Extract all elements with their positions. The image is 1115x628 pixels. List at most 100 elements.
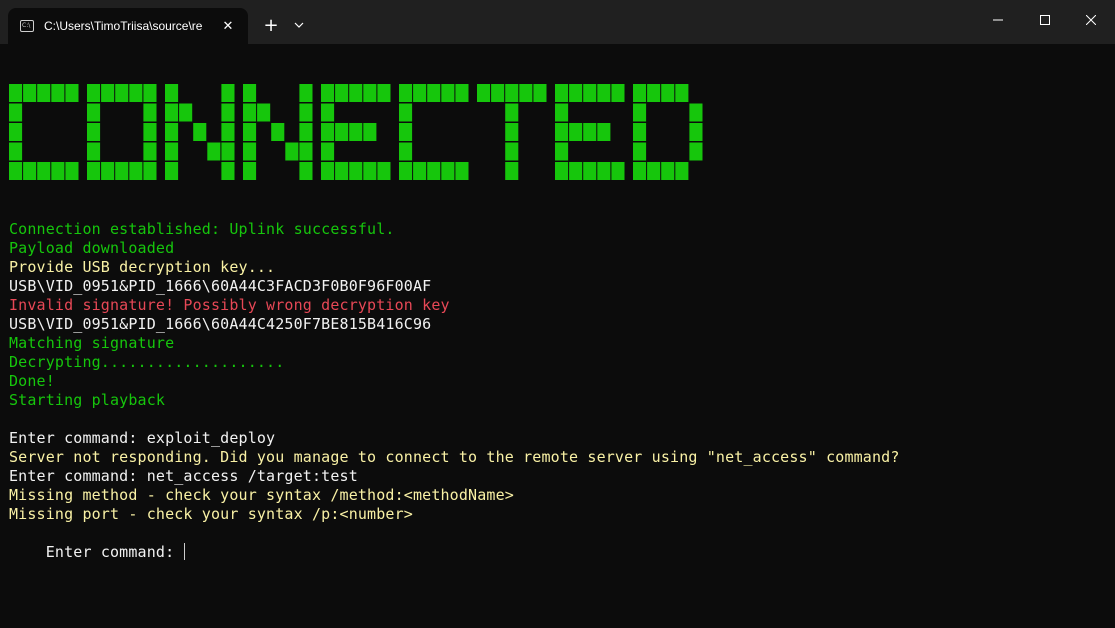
banner-block xyxy=(115,84,129,102)
banner-block xyxy=(193,123,207,141)
banner-block xyxy=(165,103,179,122)
banner-block xyxy=(143,142,157,161)
banner-block xyxy=(399,103,413,122)
banner-block xyxy=(505,84,519,102)
banner-block xyxy=(143,84,157,102)
banner-block xyxy=(299,84,313,102)
maximize-button[interactable] xyxy=(1022,0,1068,40)
banner-block xyxy=(597,84,611,102)
command-prompt-line[interactable]: Enter command: xyxy=(9,524,1104,561)
banner-block xyxy=(611,84,625,102)
banner-text: CONNECTED xyxy=(709,84,710,85)
banner-block xyxy=(413,84,427,102)
banner-block xyxy=(9,103,23,122)
banner-block xyxy=(349,84,363,102)
banner-block xyxy=(271,123,285,141)
banner-block xyxy=(221,162,235,180)
banner-block xyxy=(427,162,441,180)
banner-block xyxy=(597,162,611,180)
banner-block xyxy=(633,162,647,180)
banner-block xyxy=(335,162,349,180)
terminal-line: USB\VID_0951&PID_1666\60A44C3FACD3F0B0F9… xyxy=(9,277,432,295)
banner-block xyxy=(633,103,647,122)
banner-block xyxy=(505,142,519,161)
banner-block xyxy=(221,103,235,122)
banner-block xyxy=(299,142,313,161)
banner-block xyxy=(101,162,115,180)
banner-block xyxy=(505,103,519,122)
banner-block xyxy=(243,84,257,102)
close-button[interactable] xyxy=(1068,0,1114,40)
banner-block xyxy=(633,142,647,161)
banner-block xyxy=(633,84,647,102)
banner-block xyxy=(243,142,257,161)
tab-close-icon[interactable]: ✕ xyxy=(218,16,238,36)
banner-block xyxy=(583,84,597,102)
terminal-line: Starting playback xyxy=(9,391,166,409)
banner-block xyxy=(555,142,569,161)
banner-block xyxy=(477,84,491,102)
banner-block xyxy=(179,103,193,122)
banner-block xyxy=(257,103,271,122)
banner-block xyxy=(441,84,455,102)
banner-block xyxy=(207,142,221,161)
banner-block xyxy=(87,142,101,161)
new-tab-button[interactable]: + xyxy=(258,12,284,38)
terminal-tab[interactable]: C:\Users\TimoTriisa\source\re ✕ xyxy=(8,8,248,44)
banner-block xyxy=(221,142,235,161)
banner-block xyxy=(363,162,377,180)
banner-block xyxy=(243,123,257,141)
banner-block xyxy=(675,84,689,102)
terminal-output[interactable]: Connection established: Uplink successfu… xyxy=(9,220,1104,561)
banner-block xyxy=(533,84,547,102)
banner-block xyxy=(335,84,349,102)
banner-block xyxy=(689,103,703,122)
banner-block xyxy=(583,123,597,141)
terminal-icon xyxy=(20,20,34,32)
banner-block xyxy=(321,142,335,161)
banner-block xyxy=(597,123,611,141)
terminal-line: Enter command: net_access /target:test xyxy=(9,467,358,485)
banner-block xyxy=(555,162,569,180)
banner-block xyxy=(87,103,101,122)
banner-block xyxy=(37,84,51,102)
banner-block xyxy=(569,84,583,102)
tab-title: C:\Users\TimoTriisa\source\re xyxy=(44,19,203,33)
banner-block xyxy=(115,162,129,180)
banner-block xyxy=(455,162,469,180)
text-cursor xyxy=(184,543,186,560)
banner-block xyxy=(9,84,23,102)
banner-block xyxy=(221,123,235,141)
banner-block xyxy=(675,162,689,180)
minimize-icon xyxy=(993,19,1003,21)
banner-block xyxy=(647,162,661,180)
minimize-button[interactable] xyxy=(975,0,1021,40)
banner-block xyxy=(299,162,313,180)
banner-block xyxy=(129,162,143,180)
banner-block xyxy=(611,162,625,180)
banner-block xyxy=(23,84,37,102)
banner-block xyxy=(143,123,157,141)
banner-block xyxy=(555,84,569,102)
banner-block xyxy=(363,123,377,141)
banner-block xyxy=(221,84,235,102)
banner-block xyxy=(455,84,469,102)
terminal-line: Missing port - check your syntax /p:<num… xyxy=(9,505,413,523)
maximize-icon xyxy=(1040,15,1050,25)
terminal-line: Payload downloaded xyxy=(9,239,175,257)
banner-block xyxy=(413,162,427,180)
banner-block xyxy=(569,162,583,180)
banner-block xyxy=(519,84,533,102)
banner-block xyxy=(427,84,441,102)
banner-block xyxy=(321,84,335,102)
banner-block xyxy=(87,123,101,141)
banner-block xyxy=(51,84,65,102)
tab-dropdown-button[interactable] xyxy=(288,12,310,38)
banner-block xyxy=(51,162,65,180)
banner-block xyxy=(399,162,413,180)
chevron-down-icon xyxy=(294,22,304,28)
close-icon xyxy=(1086,15,1096,25)
banner-block xyxy=(689,142,703,161)
banner-block xyxy=(555,123,569,141)
banner-block xyxy=(143,103,157,122)
